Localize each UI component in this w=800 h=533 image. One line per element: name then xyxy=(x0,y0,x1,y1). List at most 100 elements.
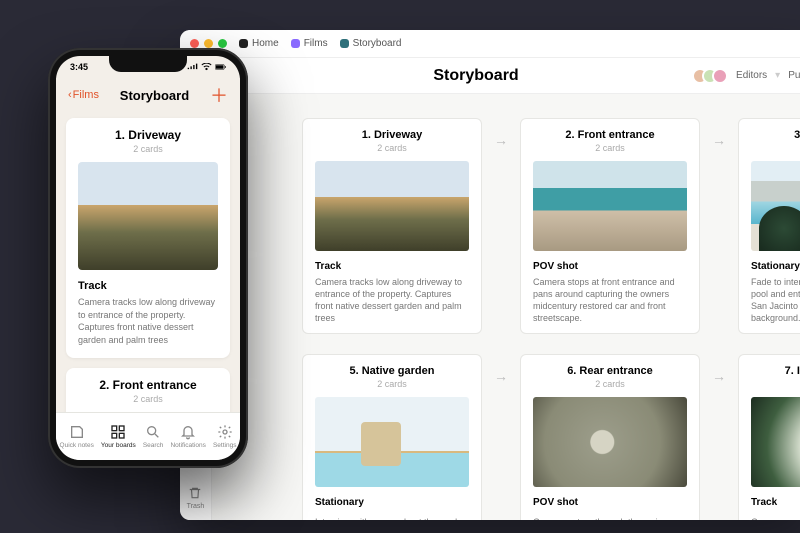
card-description: Camera pans through each room of the xyxy=(751,516,800,520)
desktop-titlebar: Home Films Storyboard xyxy=(180,30,800,58)
back-label: Films xyxy=(73,89,99,101)
arrow-right-icon: → xyxy=(712,368,726,384)
board-title[interactable]: Storyboard xyxy=(254,67,698,85)
phone-scroll[interactable]: 1. Driveway 2 cards Track Camera tracks … xyxy=(56,112,240,412)
card-title: 1. Driveway xyxy=(362,129,423,141)
phone-navbar: ‹ Films Storyboard ＋ xyxy=(56,78,240,112)
card-description: Camera enters through the main rear xyxy=(533,516,687,520)
storyboard-card[interactable]: 1. Driveway 2 cards Track Camera tracks … xyxy=(302,118,482,334)
search-icon xyxy=(145,424,161,440)
desktop-window: Home Films Storyboard Saved Storyboard E… xyxy=(180,30,800,520)
window-controls[interactable] xyxy=(190,39,227,48)
board-row: 1. Driveway 2 cards Track Camera tracks … xyxy=(302,118,800,334)
storyboard-card[interactable]: 2. Front entrance 2 cards POV shot Camer… xyxy=(520,118,700,334)
cellular-icon xyxy=(187,63,198,71)
storyboard-card[interactable]: 6. Rear entrance 2 cards POV shot Camera… xyxy=(520,354,700,520)
breadcrumb-chip-icon xyxy=(340,39,349,48)
breadcrumb-chip-icon xyxy=(239,39,248,48)
status-time: 3:45 xyxy=(70,62,88,72)
phone-notch xyxy=(109,56,187,72)
close-window-icon[interactable] xyxy=(190,39,199,48)
desktop-subbar: Saved Storyboard Editors ▾ Pub xyxy=(180,58,800,94)
card-description: Camera stops at front entrance and pans … xyxy=(533,276,687,325)
card-shot-type: Stationary Close-up xyxy=(751,261,800,272)
chevron-left-icon: ‹ xyxy=(68,89,72,101)
breadcrumb-storyboard[interactable]: Storyboard xyxy=(340,38,402,49)
card-count: 2 cards xyxy=(315,143,469,153)
card-shot-type: Track xyxy=(315,261,469,272)
fullscreen-window-icon[interactable] xyxy=(218,39,227,48)
card-count: 2 cards xyxy=(533,379,687,389)
battery-icon xyxy=(215,63,226,71)
card-count: 2 cards xyxy=(751,143,800,153)
tab-quick-notes[interactable]: Quick notes xyxy=(60,424,94,449)
tab-label: Notifications xyxy=(170,442,205,449)
collaborator-avatars[interactable] xyxy=(698,68,728,84)
card-count: 2 cards xyxy=(533,143,687,153)
board-row: 5. Native garden 2 cards Stationary Inte… xyxy=(302,354,800,520)
minimize-window-icon[interactable] xyxy=(204,39,213,48)
tab-label: Settings xyxy=(213,442,237,449)
card-title: 2. Front entrance xyxy=(565,129,654,141)
tab-settings[interactable]: Settings xyxy=(213,424,237,449)
card-title: 7. Interior rooms xyxy=(785,365,800,377)
breadcrumb-home[interactable]: Home xyxy=(239,38,279,49)
storyboard-card[interactable]: 3. Back patio 2 cards Stationary Close-u… xyxy=(738,118,800,334)
add-button[interactable]: ＋ xyxy=(210,82,228,108)
breadcrumb-label: Home xyxy=(252,38,279,49)
tab-label: Your boards xyxy=(101,442,136,449)
board-canvas[interactable]: 1. Driveway 2 cards Track Camera tracks … xyxy=(212,94,800,520)
card-thumbnail[interactable] xyxy=(751,397,800,487)
card-title: 3. Back patio xyxy=(794,129,800,141)
card-description: Fade to interview the owner about the po… xyxy=(751,276,800,325)
card-title: 2. Front entrance xyxy=(78,378,218,392)
status-indicators xyxy=(187,63,226,71)
card-shot-type: POV shot xyxy=(533,261,687,272)
rail-trash[interactable]: Trash xyxy=(187,486,205,510)
rail-trash-label: Trash xyxy=(187,503,205,510)
card-thumbnail[interactable] xyxy=(533,161,687,251)
card-count: 2 cards xyxy=(78,394,218,404)
storyboard-card[interactable]: 2. Front entrance 2 cards xyxy=(66,368,230,412)
note-icon xyxy=(69,424,85,440)
arrow-right-icon: → xyxy=(712,132,726,148)
card-description: Camera tracks low along driveway to entr… xyxy=(78,296,218,346)
publish-label[interactable]: Pub xyxy=(788,70,800,81)
arrow-right-icon: → xyxy=(494,368,508,384)
breadcrumb-films[interactable]: Films xyxy=(291,38,328,49)
card-shot-type: POV shot xyxy=(533,497,687,508)
wifi-icon xyxy=(201,63,212,71)
tab-search[interactable]: Search xyxy=(143,424,164,449)
editors-label[interactable]: Editors xyxy=(736,70,767,81)
avatar[interactable] xyxy=(712,68,728,84)
storyboard-card[interactable]: 5. Native garden 2 cards Stationary Inte… xyxy=(302,354,482,520)
card-title: 5. Native garden xyxy=(350,365,435,377)
phone-screen: 3:45 ‹ Films Storyboard ＋ 1. Driveway 2 … xyxy=(56,56,240,460)
card-thumbnail[interactable] xyxy=(315,161,469,251)
tab-notifications[interactable]: Notifications xyxy=(170,424,205,449)
tab-label: Search xyxy=(143,442,164,449)
storyboard-card[interactable]: 7. Interior rooms 2 cards Track Camera p… xyxy=(738,354,800,520)
gear-icon xyxy=(217,424,233,440)
card-thumbnail[interactable] xyxy=(78,162,218,270)
boards-icon xyxy=(110,424,126,440)
breadcrumb-label: Storyboard xyxy=(353,38,402,49)
trash-icon xyxy=(188,486,202,500)
card-thumbnail[interactable] xyxy=(315,397,469,487)
card-count: 2 cards xyxy=(78,144,218,154)
card-title: 6. Rear entrance xyxy=(567,365,653,377)
card-shot-type: Stationary xyxy=(315,497,469,508)
arrow-right-icon: → xyxy=(494,132,508,148)
breadcrumb-chip-icon xyxy=(291,39,300,48)
back-button[interactable]: ‹ Films xyxy=(68,89,99,101)
card-thumbnail[interactable] xyxy=(751,161,800,251)
tab-your-boards[interactable]: Your boards xyxy=(101,424,136,449)
bell-icon xyxy=(180,424,196,440)
phone-mockup: 3:45 ‹ Films Storyboard ＋ 1. Driveway 2 … xyxy=(48,48,248,468)
breadcrumb-label: Films xyxy=(304,38,328,49)
board-share-controls: Editors ▾ Pub xyxy=(698,68,800,84)
card-description: Interview with owner about the garden xyxy=(315,516,469,520)
storyboard-card[interactable]: 1. Driveway 2 cards Track Camera tracks … xyxy=(66,118,230,358)
card-thumbnail[interactable] xyxy=(533,397,687,487)
phone-tabbar: Quick notes Your boards Search Notificat… xyxy=(56,412,240,460)
